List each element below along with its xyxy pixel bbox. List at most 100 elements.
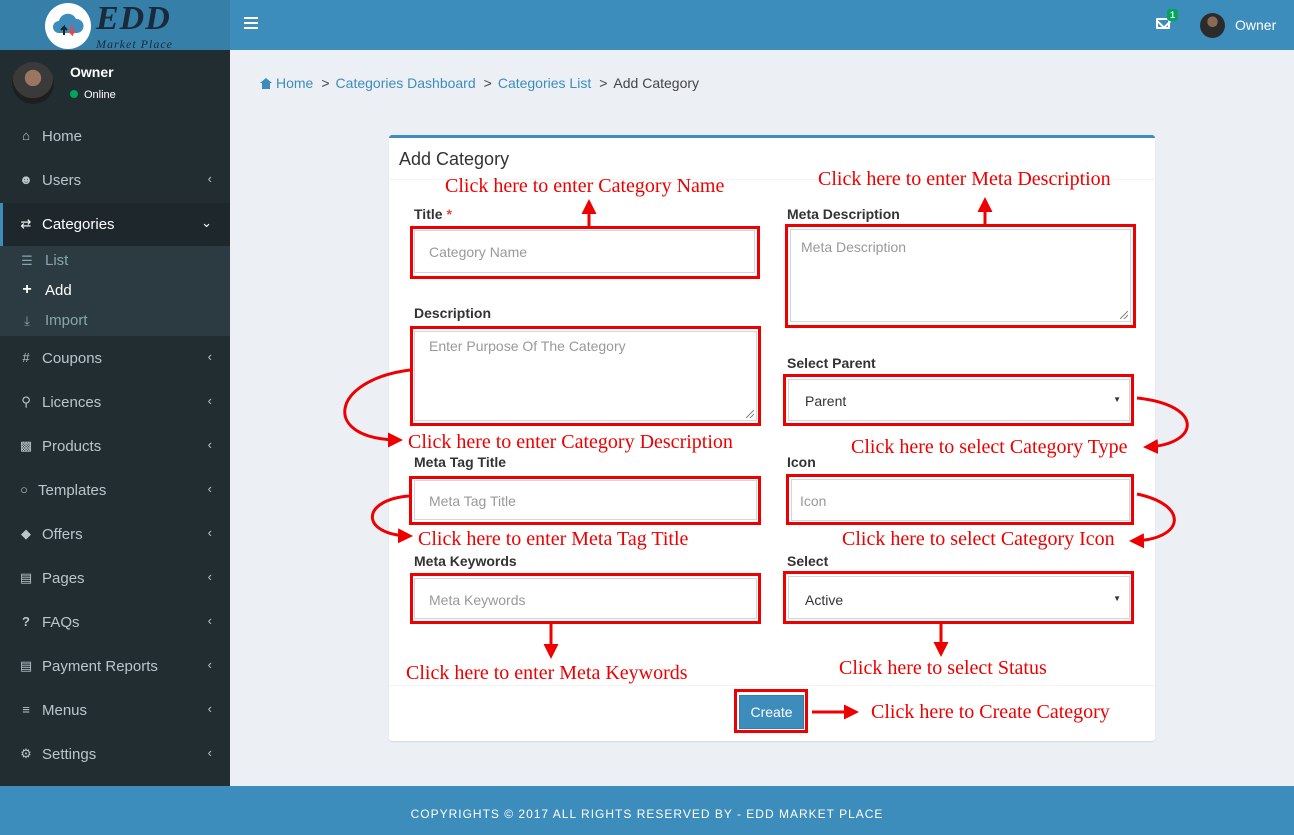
- chevron-down-icon: ⌄: [201, 215, 212, 230]
- breadcrumb-home[interactable]: Home: [260, 75, 313, 91]
- sidebar-item-users[interactable]: ☻ Users ‹: [0, 159, 230, 203]
- annotation-meta-tag-title: Click here to enter Meta Tag Title: [418, 528, 689, 550]
- create-button[interactable]: Create: [739, 695, 804, 729]
- cloud-logo-icon: [45, 3, 91, 49]
- sidebar-item-templates[interactable]: ○ Templates ‹: [0, 469, 230, 513]
- bars-icon: ≡: [22, 702, 30, 717]
- divider: [389, 685, 1155, 686]
- status-label: Select: [787, 553, 829, 569]
- user-panel: Owner Online: [0, 50, 230, 115]
- breadcrumb: Home > Categories Dashboard > Categories Lis…: [260, 75, 699, 91]
- annotation-category-description: Click here to enter Category Description: [408, 431, 733, 453]
- sidebar-toggle-icon[interactable]: [244, 17, 258, 31]
- title-label: Title *: [414, 206, 452, 222]
- chevron-left-icon: ‹: [207, 393, 212, 408]
- logo-area[interactable]: EDD Market Place: [0, 0, 230, 51]
- breadcrumb-current: Add Category: [613, 75, 700, 91]
- chevron-left-icon: ‹: [207, 701, 212, 716]
- sidebar-item-label: Settings: [42, 746, 97, 763]
- highlight-box: [410, 226, 760, 279]
- annotation-category-name: Click here to enter Category Name: [445, 175, 725, 197]
- title-label-text: Title: [414, 206, 443, 222]
- user-status: Online: [70, 89, 116, 101]
- file-icon: ▤: [19, 658, 33, 673]
- footer: COPYRIGHTS © 2017 ALL RIGHTS RESERVED BY…: [0, 786, 1294, 835]
- highlight-box: [786, 474, 1134, 525]
- submenu-label: List: [45, 252, 69, 269]
- description-label: Description: [414, 305, 492, 321]
- question-icon: ?: [22, 614, 30, 629]
- breadcrumb-separator: >: [483, 75, 492, 91]
- annotation-category-icon: Click here to select Category Icon: [842, 528, 1115, 550]
- sidebar-item-label: Home: [42, 128, 83, 145]
- annotation-status: Click here to select Status: [839, 657, 1047, 679]
- submenu-label: Import: [45, 312, 88, 329]
- meta-keywords-label: Meta Keywords: [414, 553, 517, 569]
- annotation-create: Click here to Create Category: [871, 701, 1110, 723]
- sidebar: Owner Online ⌂ Home ☻ Users ‹ ⇄ Categori…: [0, 50, 230, 786]
- chevron-left-icon: ‹: [207, 745, 212, 760]
- required-marker: *: [446, 206, 452, 222]
- breadcrumb-categories-dashboard[interactable]: Categories Dashboard: [336, 75, 476, 91]
- chevron-left-icon: ‹: [207, 569, 212, 584]
- sidebar-item-categories[interactable]: ⇄ Categories ⌄: [0, 203, 230, 247]
- sidebar-item-home[interactable]: ⌂ Home: [0, 115, 230, 159]
- annotation-meta-description: Click here to enter Meta Description: [818, 168, 1111, 190]
- annotation-category-type: Click here to select Category Type: [851, 436, 1128, 458]
- users-icon: ☻: [19, 172, 33, 187]
- sidebar-item-label: Payment Reports: [42, 658, 158, 675]
- meta-tag-title-label: Meta Tag Title: [414, 454, 507, 470]
- box-title: Add Category: [399, 149, 510, 169]
- categories-submenu: ☰ List + Add ⤓ Import: [0, 246, 230, 336]
- gear-icon: ⚙: [20, 746, 32, 761]
- chevron-left-icon: ‹: [207, 437, 212, 452]
- sidebar-item-settings[interactable]: ⚙ Settings ‹: [0, 733, 230, 777]
- chevron-left-icon: ‹: [207, 349, 212, 364]
- sidebar-item-offers[interactable]: ◆ Offers ‹: [0, 513, 230, 557]
- sidebar-item-label: Users: [42, 172, 82, 189]
- home-icon: ⌂: [22, 128, 30, 143]
- sidebar-item-products[interactable]: ▩ Products ‹: [0, 425, 230, 469]
- avatar: [12, 62, 54, 104]
- sidebar-item-label: Templates: [38, 482, 107, 499]
- icon-label: Icon: [787, 454, 816, 470]
- top-user-name[interactable]: Owner: [1235, 17, 1276, 33]
- sidebar-item-coupons[interactable]: # Coupons ‹: [0, 337, 230, 381]
- online-dot-icon: [70, 90, 78, 98]
- file-icon: ▤: [19, 570, 33, 585]
- sidebar-item-label: Coupons: [42, 350, 103, 367]
- highlight-box: [410, 573, 761, 624]
- sidebar-item-payment-reports[interactable]: ▤ Payment Reports ‹: [0, 645, 230, 689]
- footer-copyright: COPYRIGHTS © 2017 ALL RIGHTS RESERVED BY…: [410, 807, 884, 821]
- comment-icon: ○: [20, 482, 28, 497]
- highlight-box: [785, 224, 1136, 328]
- submenu-label: Add: [45, 282, 72, 299]
- chevron-left-icon: ‹: [207, 657, 212, 672]
- hash-icon: #: [22, 350, 30, 365]
- breadcrumb-categories-list[interactable]: Categories List: [498, 75, 591, 91]
- breadcrumb-label: Home: [276, 75, 314, 91]
- top-avatar[interactable]: [1200, 13, 1225, 38]
- sidebar-item-menus[interactable]: ≡ Menus ‹: [0, 689, 230, 733]
- submenu-item-add[interactable]: + Add: [0, 276, 230, 306]
- sidebar-item-label: FAQs: [42, 614, 80, 631]
- plus-icon: +: [22, 281, 32, 298]
- sidebar-item-label: Pages: [42, 570, 85, 587]
- submenu-item-import[interactable]: ⤓ Import: [0, 306, 230, 336]
- sidebar-item-licences[interactable]: ⚲ Licences ‹: [0, 381, 230, 425]
- shuffle-icon: ⇄: [20, 216, 32, 231]
- submenu-item-list[interactable]: ☰ List: [0, 246, 230, 276]
- select-parent-label: Select Parent: [787, 355, 876, 371]
- logo-text: EDD: [96, 0, 171, 37]
- sidebar-item-faqs[interactable]: ? FAQs ‹: [0, 601, 230, 645]
- sidebar-item-pages[interactable]: ▤ Pages ‹: [0, 557, 230, 601]
- highlight-box: [410, 326, 761, 426]
- meta-description-label: Meta Description: [787, 206, 900, 222]
- breadcrumb-separator: >: [321, 75, 330, 91]
- sidebar-item-label: Categories: [42, 216, 115, 233]
- breadcrumb-separator: >: [599, 75, 608, 91]
- chevron-left-icon: ‹: [207, 171, 212, 186]
- sidebar-item-label: Offers: [42, 526, 83, 543]
- chevron-left-icon: ‹: [207, 525, 212, 540]
- sidebar-item-label: Menus: [42, 702, 88, 719]
